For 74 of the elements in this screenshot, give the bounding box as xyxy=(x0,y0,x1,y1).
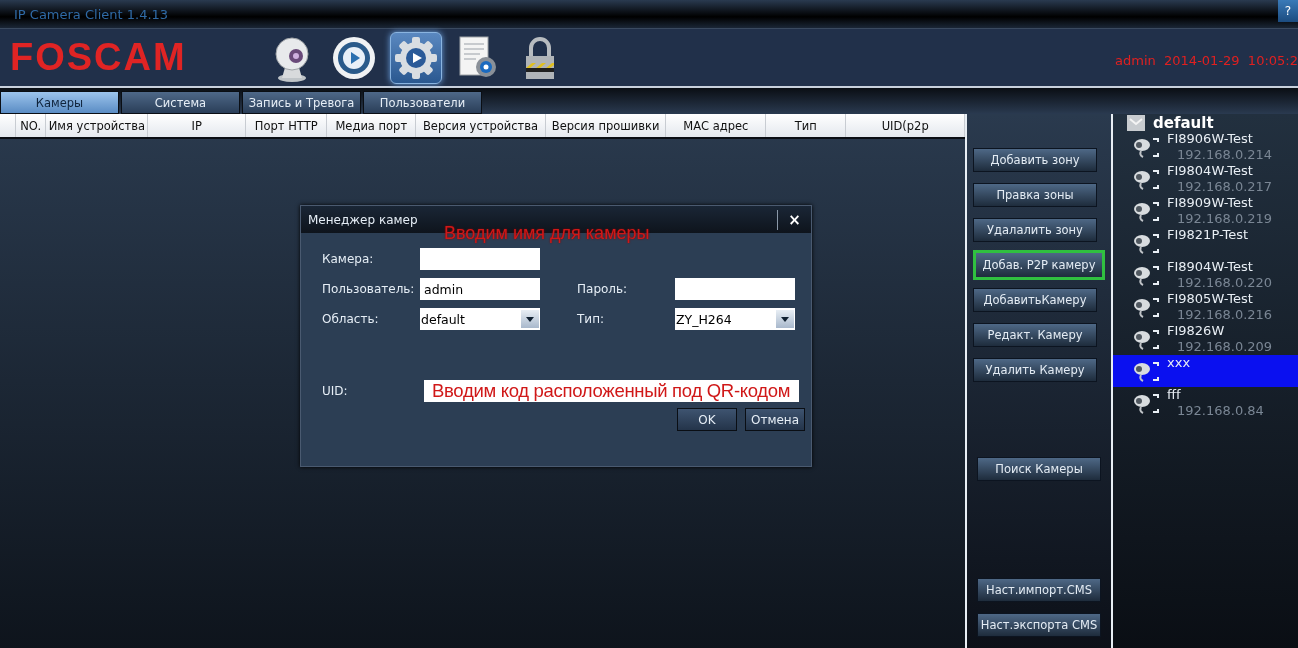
field-label: Тип: xyxy=(577,312,606,326)
tab[interactable]: Запись и Тревога xyxy=(242,91,361,114)
dropdown-field[interactable]: ZY_H264 xyxy=(675,308,795,330)
camera-name: xxx xyxy=(1167,355,1191,371)
close-button[interactable]: × xyxy=(777,209,811,230)
camera-row[interactable]: FI8904W-Test 192.168.0.220 xyxy=(1113,259,1298,291)
camera-row[interactable]: FI9804W-Test 192.168.0.217 xyxy=(1113,163,1298,195)
camera-name: FI9804W-Test xyxy=(1167,163,1254,179)
action-button[interactable]: Удалить Камеру xyxy=(973,358,1097,382)
camera-ip: 192.168.0.209 xyxy=(1177,339,1273,355)
action-button[interactable]: ДобавитьКамеру xyxy=(973,288,1097,312)
annotation-text: Вводим имя для камеры xyxy=(444,223,650,244)
play-icon xyxy=(332,35,376,80)
column-header[interactable]: MAC адрес xyxy=(666,114,767,137)
tree-group-label[interactable]: default xyxy=(1153,114,1214,132)
camera-name: FI8904W-Test xyxy=(1167,259,1254,275)
input-field[interactable]: admin xyxy=(420,278,540,300)
action-button[interactable]: Наст.импорт.CMS xyxy=(977,578,1101,602)
window-title: IP Camera Client 1.4.13 xyxy=(14,6,169,22)
action-button[interactable]: Редакт. Камеру xyxy=(973,323,1097,347)
camera-name: fff xyxy=(1167,387,1182,403)
camera-ip: 192.168.0.216 xyxy=(1177,307,1273,323)
camera-row[interactable]: FI8909W-Test 192.168.0.219 xyxy=(1113,195,1298,227)
camera-name: FI8906W-Test xyxy=(1167,131,1254,147)
camera-name: FI9821P-Test xyxy=(1167,227,1249,243)
column-header[interactable]: Версия устройства xyxy=(416,114,546,137)
document-gear-icon xyxy=(458,35,498,80)
dialog-button[interactable]: OK xyxy=(677,408,737,431)
column-header[interactable]: NO. xyxy=(15,114,47,137)
user-datetime-text: admin 2014-01-29 10:05:2 xyxy=(1115,53,1298,68)
tab[interactable]: Система xyxy=(121,91,240,114)
input-field[interactable] xyxy=(420,248,540,270)
action-button[interactable]: Удалалить зону xyxy=(973,218,1097,242)
padlock-icon xyxy=(523,35,557,80)
input-field[interactable] xyxy=(675,278,795,300)
action-button[interactable]: Добавить зону xyxy=(973,148,1097,172)
gear-icon xyxy=(394,35,438,80)
camera-ip: 192.168.0.220 xyxy=(1177,275,1273,291)
field-label: UID: xyxy=(322,384,348,398)
camera-row[interactable]: FI9826W 192.168.0.209 xyxy=(1113,323,1298,355)
camera-name: FI9826W xyxy=(1167,323,1226,339)
camera-ip: 192.168.0.217 xyxy=(1177,179,1273,195)
selected-camera-row[interactable]: xxx xyxy=(1113,355,1298,387)
camera-row[interactable]: FI8906W-Test 192.168.0.214 xyxy=(1113,131,1298,163)
dialog-button[interactable]: Отмена xyxy=(745,408,805,431)
field-label: Пароль: xyxy=(577,282,629,296)
toolbar-button[interactable] xyxy=(390,31,442,84)
camera-row[interactable]: fff 192.168.0.84 xyxy=(1113,387,1298,419)
field-label: Пользователь: xyxy=(322,282,416,296)
camera-ip: 192.168.0.214 xyxy=(1177,147,1273,163)
tab[interactable]: Пользователи xyxy=(363,91,482,114)
column-header[interactable]: Медиа порт xyxy=(327,114,417,137)
tab[interactable]: Камеры xyxy=(0,91,119,114)
column-header[interactable]: IP xyxy=(148,114,247,137)
action-button[interactable]: Наст.экспорта CMS xyxy=(977,613,1101,637)
camera-ip: 192.168.0.84 xyxy=(1177,403,1264,419)
camera-name: FI9805W-Test xyxy=(1167,291,1254,307)
column-header[interactable]: Версия прошивки xyxy=(545,114,667,137)
help-button[interactable]: ? xyxy=(1278,0,1298,22)
dialog-title: Менеджер камер xyxy=(308,212,418,227)
logo: FOSCAM xyxy=(10,36,188,79)
camera-ip: 192.168.0.219 xyxy=(1177,211,1273,227)
column-header[interactable]: Имя устройства xyxy=(46,114,149,137)
action-button[interactable]: Правка зоны xyxy=(973,183,1097,207)
column-header[interactable]: Тип xyxy=(766,114,847,137)
camera-row[interactable]: FI9821P-Test xyxy=(1113,227,1298,259)
column-header[interactable]: Порт HTTP xyxy=(246,114,328,137)
action-button[interactable]: Поиск Камеры xyxy=(977,457,1101,481)
dropdown-field[interactable]: default xyxy=(420,308,540,330)
action-button[interactable]: Добав. P2P камеру xyxy=(973,250,1105,280)
field-label: Область: xyxy=(322,312,380,326)
field-label: Камера: xyxy=(322,252,375,266)
camera-name: FI8909W-Test xyxy=(1167,195,1254,211)
camera-row[interactable]: FI9805W-Test 192.168.0.216 xyxy=(1113,291,1298,323)
